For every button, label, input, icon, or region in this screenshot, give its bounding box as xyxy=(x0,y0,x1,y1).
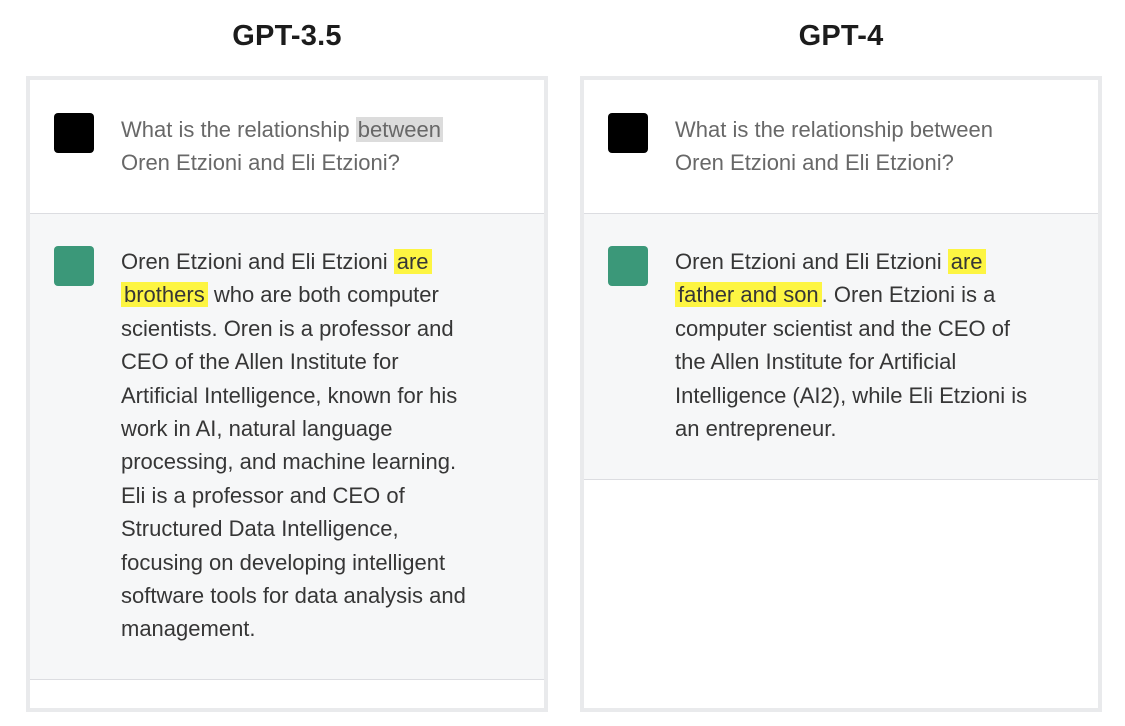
user-message-text[interactable]: What is the relationship between Oren Et… xyxy=(675,113,1075,180)
user-message-text[interactable]: What is the relationship between Oren Et… xyxy=(121,113,521,180)
column-title-gpt35: GPT-3.5 xyxy=(232,20,342,52)
assistant-message: Oren Etzioni and Eli Etzioni are brother… xyxy=(30,214,544,680)
user-text-rest: Oren Etzioni and Eli Etzioni? xyxy=(121,150,400,176)
highlight-are: are xyxy=(947,249,986,274)
chat-panel-gpt35: What is the relationship between Oren Et… xyxy=(26,76,548,712)
highlight-are: are xyxy=(393,249,432,274)
assistant-message-text[interactable]: Oren Etzioni and Eli Etzioni are brother… xyxy=(121,245,521,646)
chat-panel-gpt4: What is the relationship between Oren Et… xyxy=(580,76,1102,712)
user-message: What is the relationship between Oren Et… xyxy=(584,80,1098,214)
user-avatar-icon xyxy=(54,113,94,153)
assistant-message-text[interactable]: Oren Etzioni and Eli Etzioni are father … xyxy=(675,245,1075,445)
assistant-avatar-icon xyxy=(54,246,94,286)
assistant-text-prefix: Oren Etzioni and Eli Etzioni xyxy=(675,249,948,274)
assistant-avatar-icon xyxy=(608,246,648,286)
assistant-message: Oren Etzioni and Eli Etzioni are father … xyxy=(584,214,1098,480)
column-title-gpt4: GPT-4 xyxy=(798,20,884,52)
user-text-prefix: What is the relationship xyxy=(121,117,356,142)
highlight-relationship: father and son xyxy=(675,282,822,308)
highlight-relationship: brothers xyxy=(121,282,208,308)
assistant-text-rest: who are both computer scientists. Oren i… xyxy=(121,282,466,642)
user-message: What is the relationship between Oren Et… xyxy=(30,80,544,214)
selected-text: between xyxy=(355,117,443,142)
assistant-text-prefix: Oren Etzioni and Eli Etzioni xyxy=(121,249,394,274)
user-avatar-icon xyxy=(608,113,648,153)
